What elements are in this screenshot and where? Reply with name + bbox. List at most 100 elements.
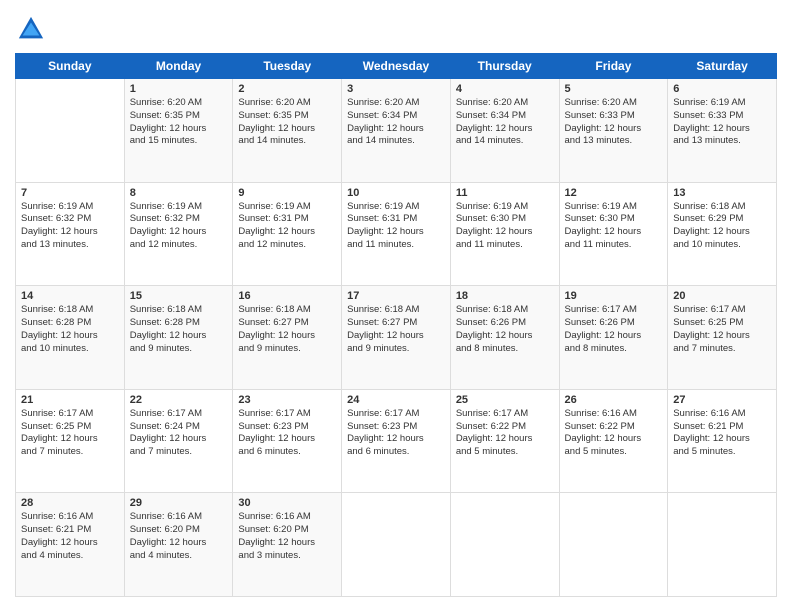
cell-line: Sunrise: 6:16 AM xyxy=(21,511,119,524)
cell-line: Sunset: 6:25 PM xyxy=(673,317,771,330)
cell-line: and 5 minutes. xyxy=(673,446,771,459)
cell-line: Sunset: 6:24 PM xyxy=(130,421,228,434)
calendar-header-row: SundayMondayTuesdayWednesdayThursdayFrid… xyxy=(16,54,777,79)
cell-line: Daylight: 12 hours xyxy=(21,226,119,239)
day-number: 26 xyxy=(565,394,663,406)
cell-line: Sunset: 6:23 PM xyxy=(347,421,445,434)
day-header-monday: Monday xyxy=(124,54,233,79)
calendar-cell: 24Sunrise: 6:17 AMSunset: 6:23 PMDayligh… xyxy=(342,389,451,493)
cell-line: Daylight: 12 hours xyxy=(238,433,336,446)
day-number: 21 xyxy=(21,394,119,406)
cell-line: Sunrise: 6:20 AM xyxy=(347,97,445,110)
calendar-cell: 27Sunrise: 6:16 AMSunset: 6:21 PMDayligh… xyxy=(668,389,777,493)
day-number: 15 xyxy=(130,290,228,302)
cell-line: and 13 minutes. xyxy=(673,135,771,148)
day-number: 13 xyxy=(673,187,771,199)
cell-line: Sunrise: 6:18 AM xyxy=(673,201,771,214)
cell-line: Sunrise: 6:18 AM xyxy=(21,304,119,317)
cell-line: Sunrise: 6:16 AM xyxy=(238,511,336,524)
cell-line: Sunrise: 6:17 AM xyxy=(456,408,554,421)
day-number: 2 xyxy=(238,83,336,95)
cell-line: Daylight: 12 hours xyxy=(456,123,554,136)
cell-line: Sunset: 6:30 PM xyxy=(456,213,554,226)
calendar-cell: 9Sunrise: 6:19 AMSunset: 6:31 PMDaylight… xyxy=(233,182,342,286)
cell-line: and 15 minutes. xyxy=(130,135,228,148)
day-number: 11 xyxy=(456,187,554,199)
day-number: 12 xyxy=(565,187,663,199)
cell-line: Sunrise: 6:16 AM xyxy=(673,408,771,421)
calendar-cell: 17Sunrise: 6:18 AMSunset: 6:27 PMDayligh… xyxy=(342,286,451,390)
cell-line: Sunset: 6:33 PM xyxy=(673,110,771,123)
cell-line: Sunrise: 6:20 AM xyxy=(238,97,336,110)
cell-line: Daylight: 12 hours xyxy=(21,330,119,343)
cell-line: Sunset: 6:29 PM xyxy=(673,213,771,226)
cell-line: Sunset: 6:35 PM xyxy=(238,110,336,123)
day-number: 27 xyxy=(673,394,771,406)
calendar-cell: 26Sunrise: 6:16 AMSunset: 6:22 PMDayligh… xyxy=(559,389,668,493)
cell-line: Daylight: 12 hours xyxy=(673,226,771,239)
cell-line: Sunrise: 6:16 AM xyxy=(565,408,663,421)
cell-line: Daylight: 12 hours xyxy=(130,330,228,343)
cell-line: and 14 minutes. xyxy=(238,135,336,148)
cell-line: Sunset: 6:28 PM xyxy=(21,317,119,330)
calendar-cell xyxy=(342,493,451,597)
cell-line: and 7 minutes. xyxy=(130,446,228,459)
cell-line: Sunrise: 6:19 AM xyxy=(130,201,228,214)
calendar-cell: 19Sunrise: 6:17 AMSunset: 6:26 PMDayligh… xyxy=(559,286,668,390)
day-number: 22 xyxy=(130,394,228,406)
calendar-cell: 16Sunrise: 6:18 AMSunset: 6:27 PMDayligh… xyxy=(233,286,342,390)
cell-line: and 12 minutes. xyxy=(130,239,228,252)
day-number: 30 xyxy=(238,497,336,509)
cell-line: Daylight: 12 hours xyxy=(347,330,445,343)
day-number: 14 xyxy=(21,290,119,302)
cell-line: Daylight: 12 hours xyxy=(238,537,336,550)
cell-line: Sunset: 6:34 PM xyxy=(347,110,445,123)
calendar-cell: 2 Sunrise: 6:20 AMSunset: 6:35 PMDaylight… xyxy=(233,79,342,183)
cell-line: Daylight: 12 hours xyxy=(565,123,663,136)
calendar-cell: 22Sunrise: 6:17 AMSunset: 6:24 PMDayligh… xyxy=(124,389,233,493)
calendar-cell: 12Sunrise: 6:19 AMSunset: 6:30 PMDayligh… xyxy=(559,182,668,286)
cell-line: Daylight: 12 hours xyxy=(673,123,771,136)
cell-line: Sunset: 6:22 PM xyxy=(456,421,554,434)
cell-line: Sunset: 6:32 PM xyxy=(130,213,228,226)
cell-line: Daylight: 12 hours xyxy=(238,330,336,343)
day-number: 4 xyxy=(456,83,554,95)
cell-line: Sunset: 6:28 PM xyxy=(130,317,228,330)
cell-line: and 8 minutes. xyxy=(565,343,663,356)
cell-line: Daylight: 12 hours xyxy=(238,226,336,239)
cell-line: Daylight: 12 hours xyxy=(130,226,228,239)
calendar-cell: 20Sunrise: 6:17 AMSunset: 6:25 PMDayligh… xyxy=(668,286,777,390)
cell-line: Daylight: 12 hours xyxy=(456,330,554,343)
cell-line: Daylight: 12 hours xyxy=(456,226,554,239)
cell-line: Sunrise: 6:18 AM xyxy=(130,304,228,317)
cell-line: Sunrise: 6:20 AM xyxy=(456,97,554,110)
calendar-cell: 11Sunrise: 6:19 AMSunset: 6:30 PMDayligh… xyxy=(450,182,559,286)
cell-line: Sunset: 6:20 PM xyxy=(130,524,228,537)
cell-line: Sunrise: 6:18 AM xyxy=(238,304,336,317)
cell-line: and 8 minutes. xyxy=(456,343,554,356)
calendar-week-1: 1Sunrise: 6:20 AMSunset: 6:35 PMDaylight… xyxy=(16,79,777,183)
cell-line: Daylight: 12 hours xyxy=(565,226,663,239)
cell-line: and 11 minutes. xyxy=(347,239,445,252)
cell-line: Sunset: 6:25 PM xyxy=(21,421,119,434)
cell-line: Sunset: 6:27 PM xyxy=(238,317,336,330)
cell-line: Sunset: 6:31 PM xyxy=(347,213,445,226)
cell-line: Daylight: 12 hours xyxy=(565,330,663,343)
calendar-cell: 25Sunrise: 6:17 AMSunset: 6:22 PMDayligh… xyxy=(450,389,559,493)
cell-line: Sunrise: 6:19 AM xyxy=(21,201,119,214)
cell-line: Sunrise: 6:20 AM xyxy=(130,97,228,110)
calendar-cell: 29Sunrise: 6:16 AMSunset: 6:20 PMDayligh… xyxy=(124,493,233,597)
cell-line: and 11 minutes. xyxy=(565,239,663,252)
cell-line: Sunset: 6:22 PM xyxy=(565,421,663,434)
day-number: 5 xyxy=(565,83,663,95)
cell-line: Daylight: 12 hours xyxy=(238,123,336,136)
day-number: 23 xyxy=(238,394,336,406)
day-number: 6 xyxy=(673,83,771,95)
day-number: 1 xyxy=(130,83,228,95)
calendar-cell: 13 Sunrise: 6:18 AMSunset: 6:29 PMDayligh… xyxy=(668,182,777,286)
cell-line: Daylight: 12 hours xyxy=(456,433,554,446)
day-number: 3 xyxy=(347,83,445,95)
day-number: 10 xyxy=(347,187,445,199)
cell-line: and 3 minutes. xyxy=(238,550,336,563)
day-number: 7 xyxy=(21,187,119,199)
